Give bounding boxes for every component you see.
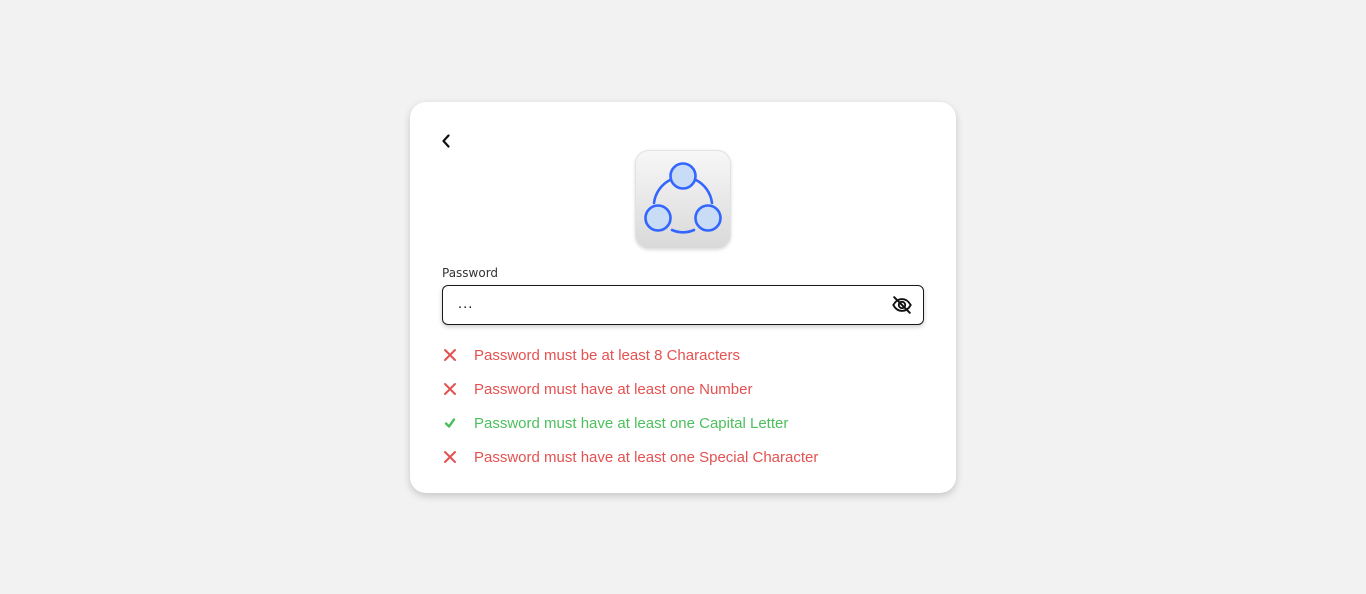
eye-off-icon xyxy=(892,296,912,314)
rule-text: Password must be at least 8 Characters xyxy=(474,346,740,364)
back-button[interactable] xyxy=(438,130,454,152)
password-label: Password xyxy=(442,266,499,280)
chevron-left-icon xyxy=(442,134,450,148)
rule-text: Password must have at least one Special … xyxy=(474,448,819,466)
app-logo xyxy=(635,150,731,249)
check-icon xyxy=(442,415,458,431)
rule-item: Password must have at least one Capital … xyxy=(442,406,922,440)
password-field xyxy=(442,285,924,325)
toggle-visibility-button[interactable] xyxy=(891,294,913,316)
password-card: Password Password must be at least 8 Cha… xyxy=(410,102,956,493)
cross-icon xyxy=(442,381,458,397)
password-rules: Password must be at least 8 Characters P… xyxy=(442,338,922,474)
rule-item: Password must have at least one Number xyxy=(442,372,922,406)
three-circles-logo-icon xyxy=(644,162,722,234)
cross-icon xyxy=(442,449,458,465)
rule-item: Password must have at least one Special … xyxy=(442,440,922,474)
cross-icon xyxy=(442,347,458,363)
password-input[interactable] xyxy=(443,286,883,323)
rule-text: Password must have at least one Capital … xyxy=(474,414,789,432)
rule-item: Password must be at least 8 Characters xyxy=(442,338,922,372)
rule-text: Password must have at least one Number xyxy=(474,380,753,398)
